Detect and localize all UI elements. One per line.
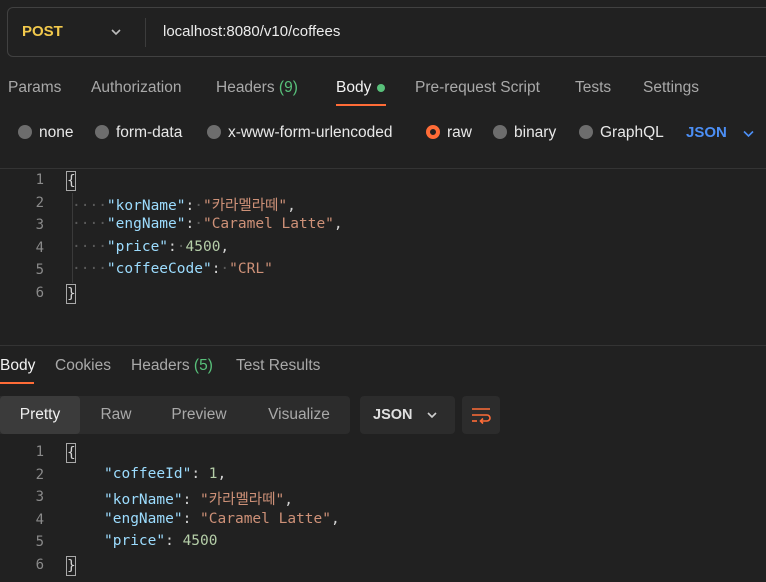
radio-binary[interactable] xyxy=(493,125,507,139)
radio-graphql[interactable] xyxy=(579,125,593,139)
radio-raw[interactable] xyxy=(426,125,440,139)
close-brace: } xyxy=(66,284,76,304)
view-preview-button[interactable]: Preview xyxy=(162,396,236,434)
body-format-select[interactable]: JSON xyxy=(686,123,727,143)
divider xyxy=(0,168,766,169)
line-number: 5 xyxy=(35,534,44,550)
line-number: 4 xyxy=(35,512,44,528)
json-value: "CRL" xyxy=(229,261,273,277)
line-number: 3 xyxy=(35,217,44,233)
headers-count-badge: (5) xyxy=(193,357,213,374)
wrap-lines-icon xyxy=(472,408,491,425)
code-line: "korName": "카라멜라떼", xyxy=(104,492,293,508)
tab-settings[interactable]: Settings xyxy=(643,78,699,98)
chevron-down-icon[interactable] xyxy=(109,25,123,39)
line-number: 2 xyxy=(35,195,44,211)
json-value: "카라멜라떼" xyxy=(202,198,288,214)
tab-body[interactable]: Body xyxy=(336,78,371,98)
tab-response-headers[interactable]: Headers (5) xyxy=(131,356,213,376)
code-line: ····"korName":·"카라멜라떼", xyxy=(72,198,296,214)
code-line: "engName": "Caramel Latte", xyxy=(104,511,340,527)
json-key: "coffeeCode" xyxy=(106,261,212,277)
url-input[interactable]: localhost:8080/v10/coffees xyxy=(163,8,340,56)
code-line: ····"coffeeCode":·"CRL" xyxy=(72,261,273,277)
json-key: "price" xyxy=(104,533,166,549)
view-visualize-button[interactable]: Visualize xyxy=(258,396,340,434)
url-bar: POST localhost:8080/v10/coffees xyxy=(7,7,766,57)
line-number: 2 xyxy=(35,467,44,483)
url-divider xyxy=(145,18,146,47)
radio-x-www-form-urlencoded[interactable] xyxy=(207,125,221,139)
radio-form-data-label[interactable]: form-data xyxy=(116,123,182,143)
radio-none[interactable] xyxy=(18,125,32,139)
json-value: "Caramel Latte" xyxy=(202,216,334,232)
tab-headers[interactable]: Headers (9) xyxy=(216,78,298,98)
chevron-down-icon[interactable] xyxy=(742,127,755,140)
tab-headers-label: Headers xyxy=(216,79,275,96)
json-value: 4500 xyxy=(182,533,218,549)
code-line: ····"engName":·"Caramel Latte", xyxy=(72,216,343,232)
divider xyxy=(0,345,766,346)
tab-test-results[interactable]: Test Results xyxy=(236,356,320,376)
json-key: "price" xyxy=(106,239,169,255)
tab-params[interactable]: Params xyxy=(8,78,61,98)
radio-binary-label[interactable]: binary xyxy=(514,123,556,143)
body-modified-dot xyxy=(377,84,385,92)
line-number: 6 xyxy=(35,557,44,573)
json-value: 4500 xyxy=(185,239,221,255)
json-value: "Caramel Latte" xyxy=(200,511,331,527)
json-key: "engName" xyxy=(106,216,186,232)
open-brace: { xyxy=(66,443,76,463)
code-line: "coffeeId": 1, xyxy=(104,466,227,482)
tab-authorization[interactable]: Authorization xyxy=(91,78,181,98)
open-brace: { xyxy=(66,171,76,191)
tab-response-headers-label: Headers xyxy=(131,357,190,374)
radio-x-www-form-urlencoded-label[interactable]: x-www-form-urlencoded xyxy=(228,123,393,143)
json-key: "korName" xyxy=(104,492,183,508)
view-raw-button[interactable]: Raw xyxy=(90,396,142,434)
json-key: "engName" xyxy=(104,511,183,527)
radio-raw-label[interactable]: raw xyxy=(447,123,472,143)
radio-form-data[interactable] xyxy=(95,125,109,139)
tab-cookies[interactable]: Cookies xyxy=(55,356,111,376)
line-number: 6 xyxy=(35,285,44,301)
close-brace: } xyxy=(66,556,76,576)
active-tab-indicator xyxy=(0,382,34,384)
tab-response-body[interactable]: Body xyxy=(0,356,35,376)
code-line: "price": 4500 xyxy=(104,533,218,549)
response-format-label: JSON xyxy=(373,407,413,423)
view-pretty-button[interactable]: Pretty xyxy=(0,396,80,434)
json-key: "coffeeId" xyxy=(104,466,192,482)
headers-count-badge: (9) xyxy=(278,79,298,96)
http-method-select[interactable]: POST xyxy=(22,8,63,56)
code-line: ····"price":·4500, xyxy=(72,239,230,255)
json-value: "카라멜라떼" xyxy=(200,492,285,508)
radio-none-label[interactable]: none xyxy=(39,123,73,143)
tab-tests[interactable]: Tests xyxy=(575,78,611,98)
line-number: 5 xyxy=(35,262,44,278)
chevron-down-icon[interactable] xyxy=(425,408,439,422)
radio-graphql-label[interactable]: GraphQL xyxy=(600,123,664,143)
tab-pre-request-script[interactable]: Pre-request Script xyxy=(415,78,540,98)
line-number: 4 xyxy=(35,240,44,256)
json-key: "korName" xyxy=(106,198,186,214)
active-tab-indicator xyxy=(336,104,386,106)
line-number: 1 xyxy=(35,172,44,188)
line-number: 1 xyxy=(35,444,44,460)
line-number: 3 xyxy=(35,489,44,505)
json-value: 1 xyxy=(208,466,218,482)
